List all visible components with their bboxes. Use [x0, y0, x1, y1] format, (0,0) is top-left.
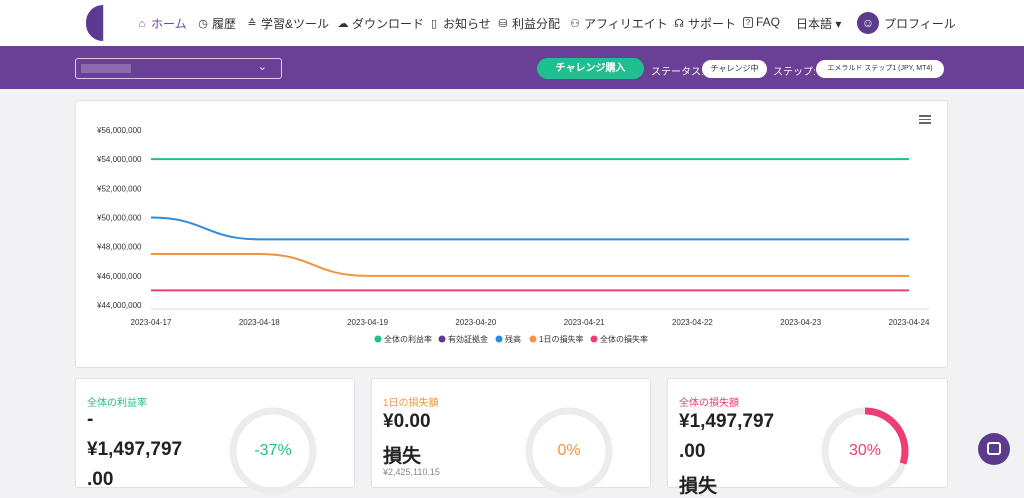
- clock-icon: ◷: [198, 18, 208, 30]
- card-value-line: .00: [87, 469, 114, 490]
- hamburger-menu-icon[interactable]: [919, 115, 931, 124]
- card-value-line: 損失: [383, 446, 422, 467]
- card-subvalue: ¥2,425,110.15: [383, 467, 440, 477]
- nav-item-label: 学習&ツール: [261, 17, 330, 31]
- card-label: 全体の損失額: [679, 398, 739, 409]
- nav-item-home[interactable]: ⌂ ホーム: [136, 15, 187, 32]
- nav-item-history[interactable]: ◷ 履歴: [197, 15, 236, 32]
- step-label: ステップ:: [773, 67, 816, 78]
- nav-item-support[interactable]: ☊ サポート: [673, 15, 736, 32]
- logo-divider: [103, 5, 104, 41]
- nav-item-label: 利益分配: [512, 17, 561, 31]
- affiliate-icon: ⚇: [570, 18, 580, 30]
- chat-icon: [987, 442, 1001, 455]
- headset-icon: ☊: [674, 18, 684, 30]
- card-label: 全体の利益率: [87, 398, 147, 409]
- cloud-download-icon: ☁: [337, 18, 349, 30]
- brand-logo[interactable]: [86, 5, 103, 41]
- chat-button[interactable]: [978, 433, 1010, 465]
- profile-link[interactable]: プロフィール: [884, 15, 956, 32]
- step-badge: エメラルド ステップ1 (JPY, MT4): [816, 60, 944, 78]
- nav-item-faq[interactable]: ? FAQ: [743, 15, 780, 29]
- graduation-cap-icon: ≙: [247, 18, 257, 30]
- nav-item-label: ダウンロード: [352, 17, 425, 31]
- nav-item-download[interactable]: ☁ ダウンロード: [337, 15, 425, 32]
- nav-item-affiliate[interactable]: ⚇ アフィリエイト: [569, 15, 668, 32]
- equity-chart-card: [75, 100, 948, 368]
- chevron-down-icon: ⌄: [257, 61, 267, 73]
- gauge-value: 0%: [557, 442, 581, 459]
- nav-item-notices[interactable]: ▯ お知らせ: [428, 15, 491, 32]
- nav-item-label: サポート: [688, 17, 737, 31]
- challenge-purchase-button[interactable]: チャレンジ購入: [537, 58, 644, 79]
- card-value-line: ¥0.00: [383, 411, 431, 432]
- language-selector[interactable]: 日本語 ▾: [796, 15, 841, 32]
- top-navbar: ⌂ ホーム ◷ 履歴 ≙ 学習&ツール ☁ ダウンロード ▯ お知らせ ⛁ 利益…: [0, 0, 1024, 46]
- nav-item-label: FAQ: [756, 15, 781, 29]
- gauge-value: 30%: [848, 442, 882, 459]
- status-badge: チャレンジ中: [702, 60, 767, 78]
- user-icon: ☺: [861, 16, 875, 30]
- nav-item-label: アフィリエイト: [584, 17, 668, 31]
- account-select[interactable]: ⌄: [75, 58, 282, 79]
- notice-icon: ▯: [430, 18, 438, 30]
- nav-item-label: 履歴: [212, 17, 237, 31]
- card-value-line: ¥1,497,797: [679, 411, 775, 432]
- avatar[interactable]: ☺: [857, 12, 879, 34]
- card-value-line: ¥1,497,797: [87, 439, 183, 460]
- card-value-line: -: [87, 409, 94, 430]
- gauge-value: -37%: [254, 442, 292, 459]
- home-icon: ⌂: [138, 17, 146, 30]
- nav-item-learning-tools[interactable]: ≙ 学習&ツール: [246, 15, 329, 32]
- status-label: ステータス:: [651, 67, 704, 78]
- card-value-line: .00: [679, 441, 706, 462]
- profit-share-icon: ⛁: [498, 18, 508, 30]
- question-icon: ?: [743, 16, 753, 28]
- nav-item-label: お知らせ: [443, 17, 491, 31]
- card-label: 1日の損失額: [383, 398, 439, 409]
- nav-item-label: ホーム: [151, 17, 187, 31]
- account-name-redacted: [81, 64, 131, 73]
- nav-item-profit-share[interactable]: ⛁ 利益分配: [497, 15, 560, 32]
- card-value-line: 損失: [679, 476, 718, 497]
